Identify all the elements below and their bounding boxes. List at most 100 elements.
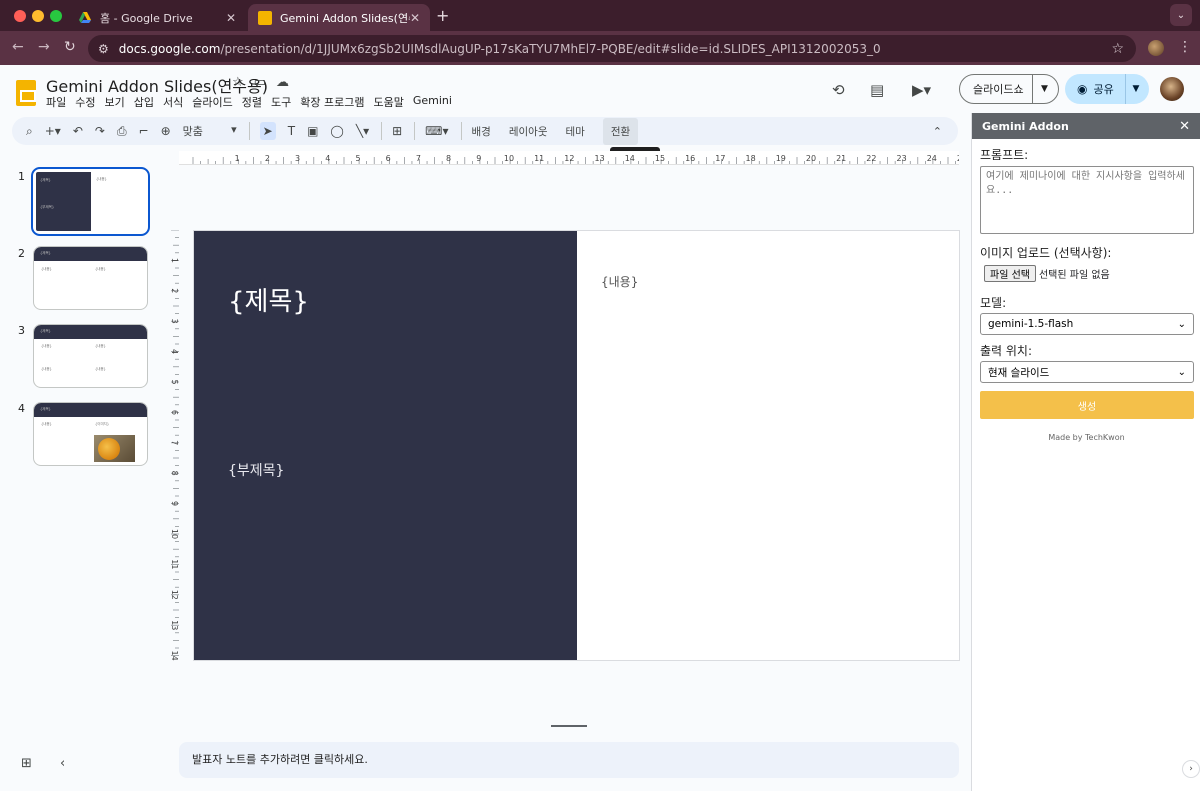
slide-body-placeholder[interactable]: {내용} xyxy=(601,273,638,290)
generate-button[interactable]: 생성 xyxy=(980,391,1194,419)
ruler-number: 13 xyxy=(595,154,605,163)
theme-button[interactable]: 테마 xyxy=(565,124,584,139)
menu-view[interactable]: 보기 xyxy=(105,94,125,110)
ruler-number: 18 xyxy=(746,154,756,163)
share-dropdown-icon[interactable]: ▼ xyxy=(1126,84,1139,94)
reload-icon[interactable]: ↻ xyxy=(64,39,76,55)
side-panel-toggle-icon[interactable]: › xyxy=(1182,760,1200,778)
browser-tab-strip: 홈 - Google Drive ✕ Gemini Addon Slides(연… xyxy=(0,0,1200,31)
move-folder-icon[interactable]: ▭ xyxy=(254,75,266,90)
maximize-window-button[interactable] xyxy=(50,10,62,22)
share-button[interactable]: ◉ 공유 ▼ xyxy=(1065,74,1149,104)
close-window-button[interactable] xyxy=(14,10,26,22)
ruler-number: 3 xyxy=(170,319,179,324)
browser-menu-icon[interactable]: ⋮ xyxy=(1178,39,1192,55)
ruler-number: 22 xyxy=(866,154,876,163)
slideshow-label: 슬라이드쇼 xyxy=(973,83,1024,96)
vertical-ruler[interactable]: 1234567891011121314 xyxy=(165,230,179,661)
ruler-number: 4 xyxy=(325,154,330,163)
ruler-number: 16 xyxy=(685,154,695,163)
model-value: gemini-1.5-flash xyxy=(988,318,1074,330)
print-icon[interactable]: ⎙ xyxy=(117,124,127,139)
speaker-notes[interactable]: 발표자 노트를 추가하려면 클릭하세요. xyxy=(179,742,959,778)
new-slide-icon[interactable]: +▾ xyxy=(45,124,61,138)
menu-arrange[interactable]: 정렬 xyxy=(242,94,262,110)
tab-gemini-addon-slides[interactable]: Gemini Addon Slides(연수용) - ✕ xyxy=(248,4,430,31)
panel-title: Gemini Addon xyxy=(982,119,1069,133)
slide-thumbnail-3[interactable]: {제목} {내용} {내용} {내용} {내용} xyxy=(33,324,148,388)
collapse-toolbar-icon[interactable]: ⌃ xyxy=(933,125,942,138)
star-icon[interactable]: ☆ xyxy=(232,75,244,90)
bookmark-star-icon[interactable]: ☆ xyxy=(1111,41,1124,57)
tab-search-icon[interactable]: ⌄ xyxy=(1170,4,1192,26)
thumb-text: {내용} xyxy=(41,267,52,271)
divider xyxy=(248,122,250,140)
prompt-input[interactable] xyxy=(980,166,1194,234)
undo-icon[interactable]: ↶ xyxy=(73,124,83,138)
choose-file-button[interactable]: 파일 선택 xyxy=(984,265,1036,282)
slide-thumbnail-2[interactable]: {제목} {내용} {내용} xyxy=(33,246,148,310)
line-icon[interactable]: ╲▾ xyxy=(356,124,369,138)
tab-google-drive[interactable]: 홈 - Google Drive ✕ xyxy=(68,4,246,31)
ruler-number: 20 xyxy=(806,154,816,163)
back-icon[interactable]: ← xyxy=(12,39,24,55)
notes-resize-handle[interactable] xyxy=(551,725,587,727)
input-tools-icon[interactable]: ⌨▾ xyxy=(425,124,448,138)
thumb-text: {부제목} xyxy=(40,205,55,209)
title-icons: ☆ ▭ ☁ xyxy=(232,75,289,90)
current-slide[interactable]: {제목} {부제목} {내용} xyxy=(193,230,960,661)
ruler-number: 7 xyxy=(416,154,421,163)
output-location-select[interactable]: 현재 슬라이드 ⌄ xyxy=(980,361,1194,383)
address-bar[interactable]: ⚙ docs.google.com/presentation/d/1JJUMx6… xyxy=(88,35,1136,62)
horizontal-ruler[interactable]: 1234567891011121314151617181920212223242… xyxy=(179,151,959,165)
new-tab-icon[interactable]: + xyxy=(436,6,449,25)
thumb-text: {내용} xyxy=(95,267,106,271)
menu-gemini[interactable]: Gemini xyxy=(413,94,452,110)
menu-tools[interactable]: 도구 xyxy=(271,94,291,110)
menu-edit[interactable]: 수정 xyxy=(75,94,95,110)
redo-icon[interactable]: ↷ xyxy=(95,124,105,138)
menu-file[interactable]: 파일 xyxy=(46,94,66,110)
menu-slide[interactable]: 슬라이드 xyxy=(192,94,232,110)
menu-extensions[interactable]: 확장 프로그램 xyxy=(300,94,364,110)
background-button[interactable]: 배경 xyxy=(472,124,491,139)
collapse-filmstrip-icon[interactable]: ‹ xyxy=(60,756,65,771)
slides-logo-icon[interactable] xyxy=(16,80,36,106)
menu-help[interactable]: 도움말 xyxy=(373,94,403,110)
paint-format-icon[interactable]: ⌐ xyxy=(139,124,149,138)
transition-button[interactable]: 전환 xyxy=(602,117,639,145)
zoom-select[interactable]: 맞춤 ▾ xyxy=(183,123,237,139)
layout-button[interactable]: 레이아웃 xyxy=(509,124,548,139)
slide-title-placeholder[interactable]: {제목} xyxy=(228,281,309,318)
comments-icon[interactable]: ▤ xyxy=(870,81,884,99)
grid-view-icon[interactable]: ⊞ xyxy=(21,756,32,771)
browser-profile-avatar[interactable] xyxy=(1148,40,1164,56)
meet-camera-icon[interactable]: ▶▾ xyxy=(912,81,931,99)
slide-thumbnail-1[interactable]: {제목} {부제목} {내용} xyxy=(31,167,150,236)
version-history-icon[interactable]: ⟲ xyxy=(832,81,845,99)
text-box-icon[interactable]: T xyxy=(288,124,295,138)
menu-insert[interactable]: 삽입 xyxy=(134,94,154,110)
insert-comment-icon[interactable]: ⊞ xyxy=(392,124,402,138)
model-select[interactable]: gemini-1.5-flash ⌄ xyxy=(980,313,1194,335)
close-tab-icon[interactable]: ✕ xyxy=(226,11,236,25)
cloud-saved-icon[interactable]: ☁ xyxy=(276,75,289,90)
minimize-window-button[interactable] xyxy=(32,10,44,22)
close-icon[interactable]: ✕ xyxy=(1179,119,1190,134)
close-tab-icon[interactable]: ✕ xyxy=(410,11,420,25)
slideshow-button[interactable]: 슬라이드쇼 ▼ xyxy=(959,74,1059,104)
ruler-number: 12 xyxy=(564,154,574,163)
slide-thumbnail-4[interactable]: {제목} {내용} {이미지} xyxy=(33,402,148,466)
account-avatar[interactable] xyxy=(1160,77,1184,101)
zoom-icon[interactable]: ⊕ xyxy=(161,124,171,138)
insert-image-icon[interactable]: ▣ xyxy=(307,124,318,138)
select-cursor-icon[interactable]: ➤ xyxy=(259,122,276,140)
slide-subtitle-placeholder[interactable]: {부제목} xyxy=(228,460,284,480)
ruler-number: 24 xyxy=(927,154,937,163)
shape-icon[interactable]: ◯ xyxy=(330,124,343,138)
site-settings-icon[interactable]: ⚙ xyxy=(98,42,109,56)
menu-format[interactable]: 서식 xyxy=(163,94,183,110)
search-menus-icon[interactable]: ⌕ xyxy=(26,124,33,139)
forward-icon[interactable]: → xyxy=(38,39,50,55)
slideshow-dropdown-icon[interactable]: ▼ xyxy=(1033,84,1048,94)
